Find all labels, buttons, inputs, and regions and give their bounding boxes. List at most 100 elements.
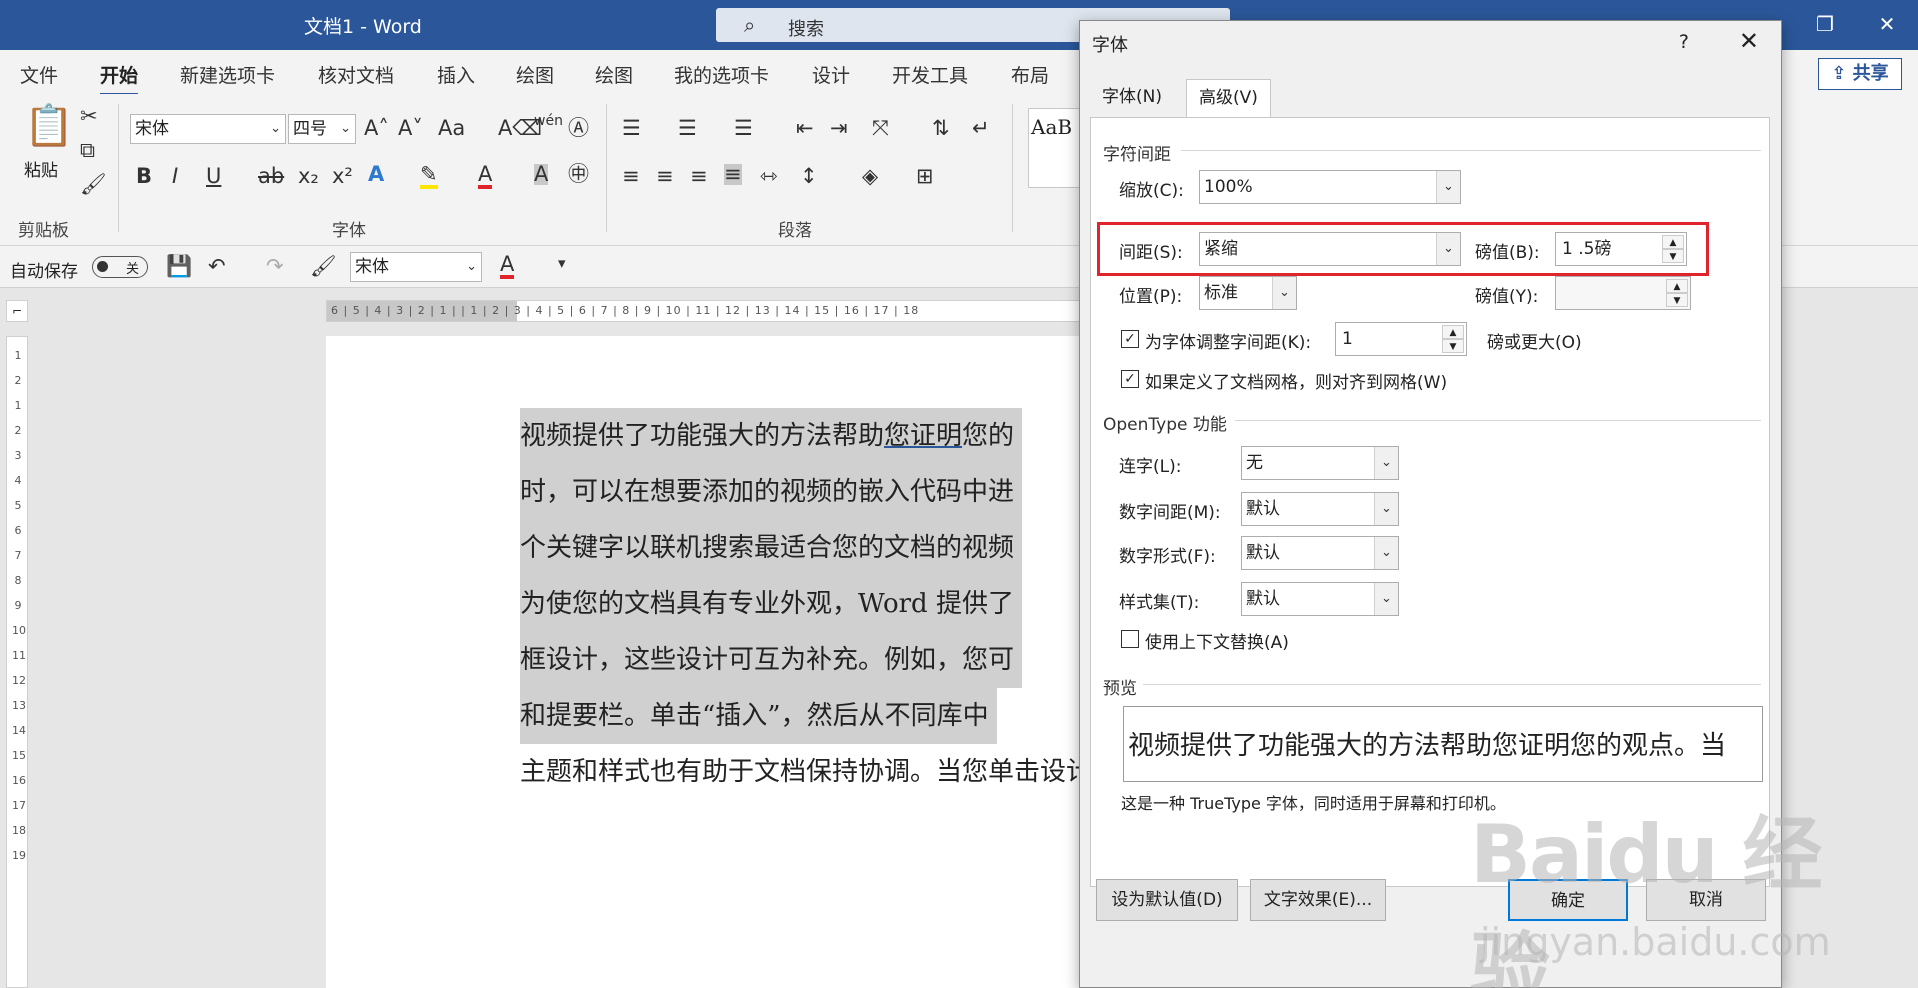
distribute-icon[interactable]: ⇿ [760,166,778,187]
align-left-icon[interactable]: ≡ [622,166,640,187]
paste-icon[interactable]: 📋 [24,106,74,146]
tab-file[interactable]: 文件 [20,61,58,88]
show-marks-icon[interactable]: ↵ [972,118,990,139]
subscript-icon[interactable]: x₂ [298,166,319,187]
share-button[interactable]: ⇪ 共享 [1818,58,1902,90]
scale-combo[interactable]: 100% ⌄ [1199,170,1461,204]
tab-my[interactable]: 我的选项卡 [674,61,769,88]
font-dialog: 字体 ? ✕ 字体(N) 高级(V) 字符间距 缩放(C): 100% ⌄ 间距(… [1079,20,1782,988]
bullets-icon[interactable]: ☰ [622,118,641,139]
increase-indent-icon[interactable]: ⇥ [830,118,848,139]
spin-up-icon: ▲ [1442,325,1464,339]
copy-icon[interactable]: ⧉ [80,140,95,161]
font-color-icon[interactable]: A [478,164,493,189]
num-forms-combo[interactable]: 默认 ⌄ [1241,536,1399,570]
shrink-font-icon[interactable]: A˅ [398,118,423,139]
preview-box: 视频提供了功能强大的方法帮助您证明您的观点。当 [1123,706,1763,782]
decrease-indent-icon[interactable]: ⇤ [796,118,814,139]
tab-review-doc[interactable]: 核对文档 [318,61,394,88]
autosave-toggle[interactable]: 关 [92,256,148,278]
position-by-input[interactable]: ▲ ▼ [1555,276,1691,310]
tab-selector[interactable]: ⌐ [6,300,28,322]
spacing-label: 间距(S): [1119,243,1183,263]
kerning-input[interactable]: 1 ▲ ▼ [1335,322,1467,356]
paste-label[interactable]: 粘贴 [24,156,58,181]
kerning-checkbox[interactable]: ✓ [1121,330,1139,348]
tab-draw-2[interactable]: 绘图 [595,61,633,88]
spinner[interactable]: ▲ ▼ [1662,235,1684,263]
borders-icon[interactable]: ⊞ [916,166,934,187]
line-spacing-icon[interactable]: ↕ [800,166,818,187]
superscript-icon[interactable]: x² [332,166,353,187]
vertical-ruler[interactable]: 1 2 1 2 3 4 5 6 7 8 9 10 11 12 13 14 15 16 17 18 19 [6,336,28,988]
restore-button[interactable]: ❐ [1794,0,1856,50]
position-combo[interactable]: 标准 ⌄ [1199,276,1297,310]
stylistic-combo[interactable]: 默认 ⌄ [1241,582,1399,616]
contextual-checkbox[interactable] [1121,630,1139,648]
highlight-icon[interactable]: ✎ [420,164,438,189]
underline-icon[interactable]: U [206,166,221,187]
redo-icon[interactable]: ↷ [266,256,284,277]
numbering-icon[interactable]: ☰ [678,118,697,139]
tab-developer[interactable]: 开发工具 [892,61,968,88]
cut-icon[interactable]: ✂ [80,106,98,127]
set-default-button[interactable]: 设为默认值(D) [1096,879,1238,921]
grow-font-icon[interactable]: A˄ [364,118,389,139]
format-painter-icon[interactable]: 🖌 [80,174,107,195]
change-case-icon[interactable]: Aa [438,118,465,139]
shading-icon[interactable]: ◈ [862,166,878,187]
format-painter-icon[interactable]: 🖌 [310,256,337,277]
group-separator [606,104,607,232]
font-color-icon[interactable]: A [500,254,515,279]
num-spacing-combo[interactable]: 默认 ⌄ [1241,492,1399,526]
bold-icon[interactable]: B [136,166,152,187]
tab-new[interactable]: 新建选项卡 [180,61,275,88]
tab-design[interactable]: 设计 [812,61,850,88]
sort-icon[interactable]: ⇅ [932,118,950,139]
horizontal-ruler[interactable]: 6 | 5 | 4 | 3 | 2 | 1 | | 1 | 2 | 3 | 4 … [326,300,1086,322]
undo-icon[interactable]: ↶ [208,256,226,277]
spinner[interactable]: ▲ ▼ [1666,279,1688,307]
tab-advanced[interactable]: 高级(V) [1186,79,1271,117]
dialog-close-button[interactable]: ✕ [1739,27,1759,55]
spacing-combo[interactable]: 紧缩 ⌄ [1199,232,1461,266]
ruler-number: 13 [12,699,26,712]
chevron-down-icon: ⌄ [340,121,351,136]
spacing-by-input[interactable]: 1 .5磅 ▲ ▼ [1555,232,1687,266]
font-size-value: 四号 [293,119,327,139]
text-effects-icon[interactable]: A [368,164,384,185]
ruler-number: 10 [12,624,26,637]
help-button[interactable]: ? [1679,31,1689,53]
tab-font[interactable]: 字体(N) [1090,79,1174,117]
tab-insert[interactable]: 插入 [437,61,475,88]
chevron-down-icon: ⌄ [1374,447,1398,479]
enclose-char-icon[interactable]: ㊥ [568,164,589,185]
close-button[interactable]: ✕ [1856,0,1918,50]
multilevel-list-icon[interactable]: ☰ [734,118,753,139]
tab-layout[interactable]: 布局 [1011,61,1049,88]
align-right-icon[interactable]: ≡ [690,166,708,187]
char-shading-icon[interactable]: A [534,164,549,185]
style-gallery[interactable]: AaB [1028,108,1080,188]
ok-button[interactable]: 确定 [1508,879,1628,921]
tab-home[interactable]: 开始 [100,61,139,96]
cancel-button[interactable]: 取消 [1646,879,1766,921]
strikethrough-icon[interactable]: ab [258,166,284,187]
text-effects-button[interactable]: 文字效果(E)... [1250,879,1386,921]
qat-font-combo[interactable]: 宋体 ⌄ [350,252,482,282]
align-center-icon[interactable]: ≡ [656,166,674,187]
font-size-combo[interactable]: 四号 ⌄ [288,114,356,144]
spinner[interactable]: ▲ ▼ [1442,325,1464,353]
italic-icon[interactable]: I [172,166,178,187]
customize-qat-icon[interactable]: ▾ [558,256,566,271]
spacing-value: 紧缩 [1204,239,1238,259]
grid-checkbox[interactable]: ✓ [1121,370,1139,388]
text-direction-icon[interactable]: ⤧ [872,118,889,139]
save-icon[interactable]: 💾 [166,256,192,277]
char-border-icon[interactable]: Ⓐ [568,118,589,139]
phonetic-guide-icon[interactable]: wén [534,114,563,128]
justify-icon[interactable]: ≡ [724,164,742,185]
tab-draw-1[interactable]: 绘图 [516,61,554,88]
font-name-combo[interactable]: 宋体 ⌄ [130,114,286,144]
ligatures-combo[interactable]: 无 ⌄ [1241,446,1399,480]
